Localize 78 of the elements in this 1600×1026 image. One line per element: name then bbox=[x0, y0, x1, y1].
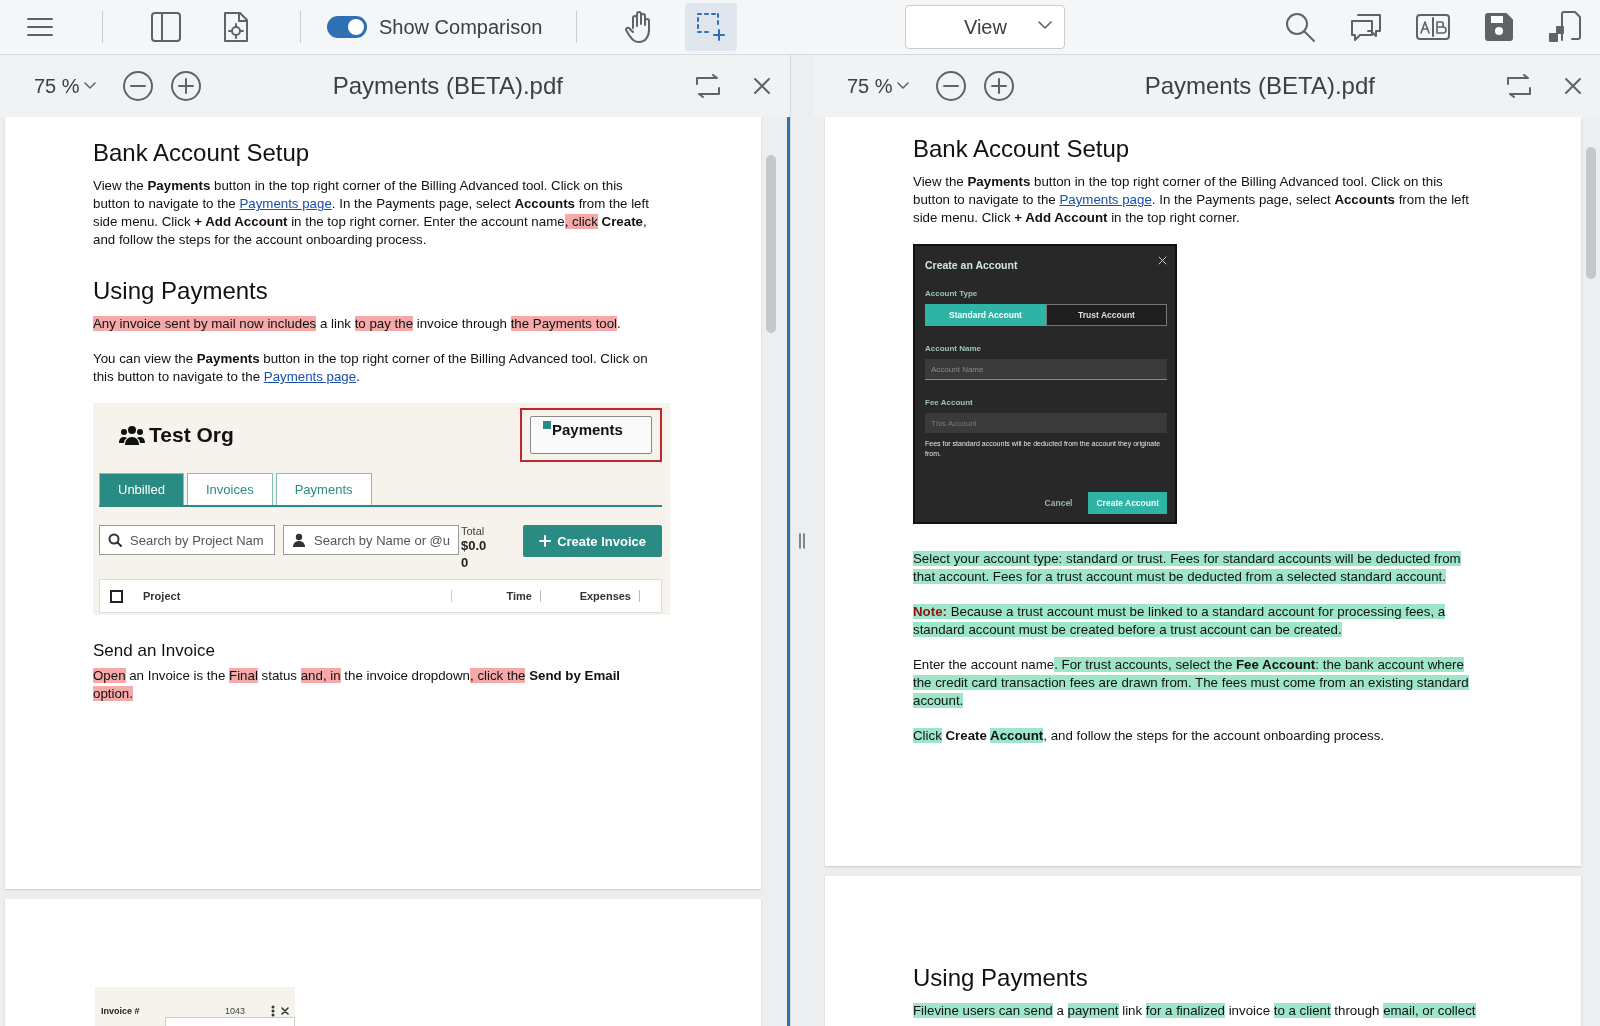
link[interactable]: Payments page bbox=[263, 369, 357, 384]
paragraph: Enter the account name. For trust accounts, select the Fee Account: the bank account where the credit card transaction fees are drawn from. The fees must come from an existing standard account. bbox=[913, 656, 1470, 710]
toggle-switch[interactable] bbox=[327, 16, 367, 38]
zoom-out-icon[interactable] bbox=[934, 70, 967, 102]
zoom-out-icon[interactable] bbox=[121, 70, 154, 102]
paragraph: You can view the Payments button in the top right corner of the Billing Advanced tool. Click on this button to navigate to the Payments page. bbox=[93, 350, 649, 386]
export-icon[interactable] bbox=[1548, 10, 1582, 44]
paragraph: Open an Invoice is the Final status and, in the invoice dropdown, click the Send by Email option. bbox=[93, 667, 622, 703]
field-label: Account Type bbox=[925, 289, 979, 298]
tab[interactable]: Unbilled bbox=[99, 473, 184, 505]
column-header: Project bbox=[143, 590, 452, 602]
scrollbar-thumb[interactable] bbox=[766, 155, 776, 333]
zoom-in-icon[interactable] bbox=[982, 70, 1015, 102]
document-title: Payments (BETA).pdf bbox=[1143, 72, 1376, 100]
paragraph: Select your account type: standard or trust. Fees for standard accounts will be deducted from that account. Fees for a trust account must be deducted from a selected standard account. bbox=[913, 550, 1462, 586]
field-label: Invoice # bbox=[101, 1006, 140, 1016]
paragraph: View the Payments button in the top right corner of the Billing Advanced tool. Click on this button to navigate to the Payments page. In the Payments page, select Accounts from the left side menu. Click + Add Account in the top right corner. bbox=[913, 173, 1470, 227]
save-icon[interactable] bbox=[1484, 12, 1514, 42]
zoom-select[interactable]: 75 % bbox=[847, 74, 909, 98]
paragraph: Note: Because a trust account must be linked to a standard account for processing fees, a standard account must be created before a trust account can be created. bbox=[913, 603, 1447, 639]
person-icon bbox=[292, 533, 306, 547]
zoom-in-icon[interactable] bbox=[169, 70, 202, 102]
total-value: $0.00 bbox=[461, 537, 488, 571]
search-icon[interactable] bbox=[1284, 11, 1316, 43]
link[interactable]: Payments page bbox=[1059, 192, 1152, 207]
heading: Using Payments bbox=[913, 964, 1089, 992]
close-icon[interactable] bbox=[752, 76, 772, 96]
sidebar-icon[interactable] bbox=[150, 11, 182, 43]
small-square-icon bbox=[543, 421, 551, 429]
invoice-number: 1043 bbox=[224, 1006, 245, 1016]
people-icon bbox=[119, 424, 145, 446]
resize-handle-icon[interactable] bbox=[798, 532, 806, 549]
comments-icon[interactable] bbox=[1350, 11, 1382, 43]
dialog-title: Create an Account bbox=[925, 259, 1018, 271]
caret-icon bbox=[83, 82, 96, 90]
payments-button[interactable]: Payments bbox=[530, 416, 652, 454]
tab[interactable]: Payments bbox=[275, 473, 372, 505]
tab[interactable]: Invoices bbox=[187, 473, 273, 505]
search-field[interactable]: Search by Project Nam bbox=[99, 525, 275, 555]
caret-icon bbox=[896, 82, 909, 90]
menu-icon[interactable] bbox=[26, 16, 54, 38]
document-settings-icon[interactable] bbox=[222, 11, 250, 43]
create-invoice-button[interactable]: Create Invoice bbox=[523, 525, 662, 557]
zoom-select[interactable]: 75 % bbox=[34, 74, 96, 98]
paragraph: Filevine users can send a payment link for a finalized invoice to a client through email, or collect bbox=[913, 1002, 1477, 1020]
account-type-option[interactable]: Trust Account bbox=[1046, 304, 1167, 326]
kebab-icon[interactable] bbox=[271, 1005, 275, 1017]
link[interactable]: Payments page bbox=[239, 196, 332, 211]
paragraph: View the Payments button in the top right corner of the Billing Advanced tool. Click on this button to navigate to the Payments page. In the Payments page, select Accounts from the left side menu. Click + Add Account in the top right corner. Enter the account name, click Create, and follow the steps for the account onboarding process. bbox=[93, 177, 650, 249]
paragraph: Click Create Account, and follow the steps for the account onboarding process. bbox=[913, 727, 1386, 745]
text-compare-icon[interactable] bbox=[1416, 14, 1450, 40]
toggle-label: Show Comparison bbox=[379, 15, 543, 39]
field-label: Fee Account bbox=[925, 398, 974, 407]
selection-icon[interactable] bbox=[695, 11, 728, 43]
swap-icon[interactable] bbox=[694, 74, 722, 98]
view-dropdown[interactable]: View bbox=[905, 5, 1066, 49]
checkbox[interactable] bbox=[110, 589, 123, 603]
document-title: Payments (BETA).pdf bbox=[331, 72, 564, 100]
plus-icon bbox=[539, 535, 552, 547]
column-header: Time bbox=[452, 590, 541, 602]
search-icon bbox=[108, 533, 122, 547]
close-icon[interactable] bbox=[1563, 76, 1583, 96]
heading: Using Payments bbox=[93, 277, 269, 305]
total-label: Total bbox=[461, 525, 486, 537]
swap-icon[interactable] bbox=[1505, 74, 1533, 98]
field-label: Account Name bbox=[925, 344, 982, 353]
org-name: Test Org bbox=[149, 423, 234, 447]
heading: Bank Account Setup bbox=[913, 135, 1131, 163]
search-field[interactable]: Search by Name or @u bbox=[283, 525, 459, 555]
close-icon[interactable] bbox=[281, 1007, 289, 1015]
subheading: Send an Invoice bbox=[93, 641, 216, 661]
cancel-button[interactable]: Cancel bbox=[1036, 492, 1081, 514]
account-name-field[interactable]: Account Name bbox=[925, 359, 1167, 380]
caret-icon bbox=[1038, 21, 1053, 30]
paragraph: Any invoice sent by mail now includes a link to pay the invoice through the Payments tool. bbox=[93, 315, 622, 333]
column-header: Expenses bbox=[551, 590, 640, 602]
heading: Bank Account Setup bbox=[93, 139, 311, 167]
scrollbar-thumb[interactable] bbox=[1586, 147, 1596, 279]
